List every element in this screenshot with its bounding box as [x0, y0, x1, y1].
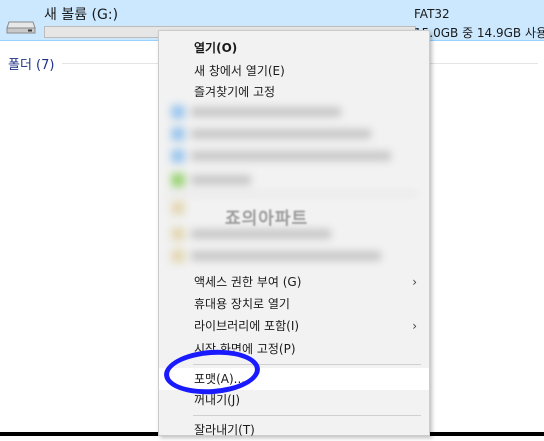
menu-item-open[interactable]: 열기(O) — [159, 37, 429, 59]
menu-item-open-new-window[interactable]: 새 창에서 열기(E) — [159, 60, 429, 82]
menu-item-label: 잘라내기(T) — [194, 423, 255, 437]
menu-item-label: 열기(O) — [194, 41, 238, 55]
blurred-app-icon — [171, 227, 185, 241]
submenu-arrow-icon: › — [412, 275, 417, 289]
blurred-text — [191, 151, 391, 161]
blurred-menu-label: 죠의아파트 — [225, 209, 309, 229]
blurred-app-icon — [171, 127, 185, 141]
blurred-app-icon — [171, 105, 185, 119]
blurred-text — [191, 129, 371, 139]
blurred-app-icon — [171, 173, 185, 187]
blurred-app-icon — [171, 249, 185, 263]
blurred-text — [191, 229, 331, 239]
drive-space-text: 15.0GB 중 14.9GB 사용 — [414, 26, 544, 40]
blurred-app-icon — [171, 149, 185, 163]
menu-item-grant-access[interactable]: 액세스 권한 부여 (G) › — [159, 271, 429, 293]
menu-item-include-in-library[interactable]: 라이브러리에 포함(I) › — [159, 315, 429, 337]
menu-item-label: 라이브러리에 포함(I) — [194, 319, 300, 333]
menu-item-label: 새 창에서 열기(E) — [194, 64, 285, 78]
blurred-divider — [167, 193, 417, 194]
drive-filesystem: FAT32 — [414, 7, 450, 21]
blurred-text — [191, 175, 251, 185]
blurred-text — [191, 107, 341, 117]
menu-item-pin-quick-access[interactable]: 즐겨찾기에 고정 — [159, 81, 429, 103]
drive-name: 새 볼륨 (G:) — [44, 7, 119, 23]
menu-item-label: 휴대용 장치로 열기 — [194, 297, 290, 311]
blurred-menu-items — [167, 101, 421, 263]
blurred-text — [191, 251, 381, 261]
folders-group-label: 폴더 (7) — [8, 58, 55, 73]
blurred-app-icon — [171, 201, 185, 215]
drive-icon — [6, 21, 36, 34]
menu-item-label: 즐겨찾기에 고정 — [194, 85, 276, 99]
menu-item-open-portable-device[interactable]: 휴대용 장치로 열기 — [159, 293, 429, 315]
menu-item-label: 꺼내기(J) — [194, 393, 241, 407]
menu-separator — [193, 415, 421, 416]
menu-item-label: 액세스 권한 부여 (G) — [194, 275, 302, 289]
submenu-arrow-icon: › — [412, 319, 417, 333]
menu-item-cut[interactable]: 잘라내기(T) — [159, 419, 429, 441]
